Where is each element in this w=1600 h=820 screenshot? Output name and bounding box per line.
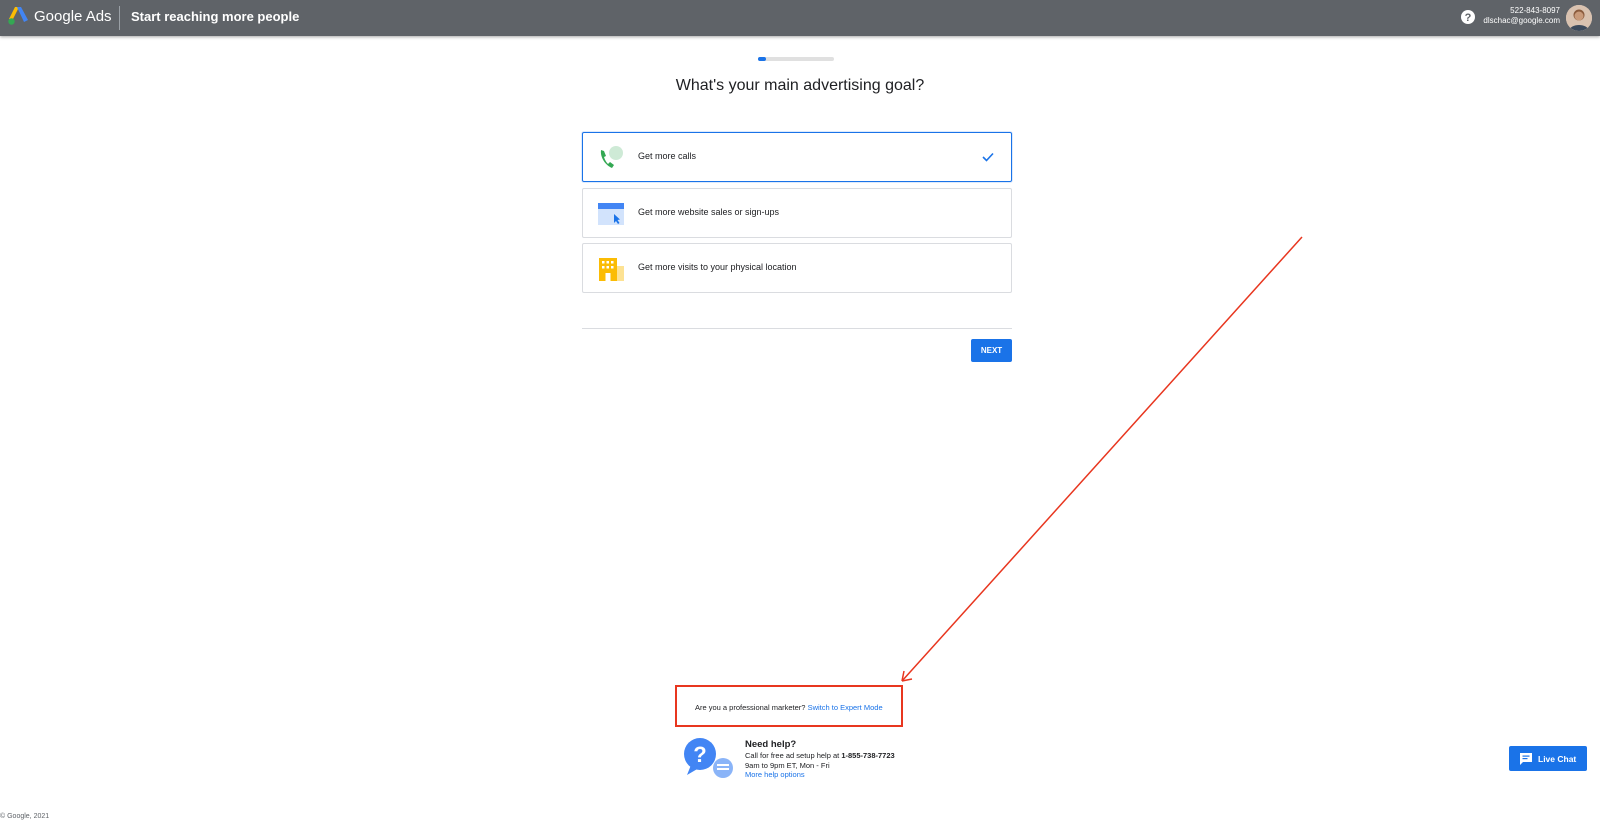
- check-icon: [982, 152, 994, 162]
- help-call-line: Call for free ad setup help at 1-855-738…: [745, 751, 895, 761]
- goal-option-label: Get more website sales or sign-ups: [638, 207, 780, 217]
- page-heading: Start reaching more people: [131, 9, 300, 24]
- next-button[interactable]: NEXT: [971, 339, 1012, 362]
- account-email: dlschac@google.com: [1483, 16, 1560, 25]
- progress-bar: [758, 57, 834, 61]
- more-help-options-link[interactable]: More help options: [745, 770, 895, 780]
- account-phone: 522-843-8097: [1510, 6, 1560, 15]
- account-info[interactable]: 522-843-8097 dlschac@google.com: [1483, 6, 1560, 26]
- header-divider: [119, 6, 120, 30]
- goal-option-label: Get more calls: [638, 151, 697, 161]
- help-hours: 9am to 9pm ET, Mon - Fri: [745, 760, 830, 770]
- expert-mode-question: Are you a professional marketer?: [695, 703, 806, 712]
- phone-call-icon: [600, 146, 623, 168]
- google-ads-logo-icon[interactable]: [8, 7, 28, 25]
- live-chat-label: Live Chat: [1538, 754, 1577, 764]
- goal-option-location[interactable]: Get more visits to your physical locatio…: [582, 243, 1012, 293]
- browser-click-icon: [598, 203, 624, 225]
- copyright: © Google, 2021: [0, 813, 50, 820]
- progress-fill: [758, 57, 766, 61]
- top-bar: Google Ads Start reaching more people ? …: [0, 0, 1600, 36]
- live-chat-button[interactable]: Live Chat: [1509, 746, 1587, 771]
- help-phone-number[interactable]: 1-855-738-7723: [841, 751, 894, 760]
- goal-option-website[interactable]: Get more website sales or sign-ups: [582, 188, 1012, 238]
- help-title: Need help?: [745, 739, 797, 750]
- chat-icon: [1520, 753, 1532, 765]
- svg-text:?: ?: [693, 742, 706, 767]
- page-title: What's your main advertising goal?: [675, 77, 925, 94]
- section-divider: [582, 328, 1012, 329]
- avatar[interactable]: [1566, 5, 1592, 31]
- storefront-icon: [599, 258, 624, 281]
- help-info: Need help? Call for free ad setup help a…: [745, 739, 895, 780]
- avatar-person-icon: [1566, 5, 1592, 31]
- help-chat-bubbles-icon: ?: [684, 738, 733, 778]
- switch-to-expert-mode-link[interactable]: Switch to Expert Mode: [808, 703, 883, 712]
- brand-name: Google Ads: [34, 8, 112, 25]
- svg-text:?: ?: [1465, 12, 1472, 24]
- goal-option-calls[interactable]: Get more calls: [582, 132, 1012, 182]
- goal-option-label: Get more visits to your physical locatio…: [638, 262, 797, 272]
- help-call-text: Call for free ad setup help at: [745, 751, 842, 760]
- help-icon[interactable]: ?: [1460, 9, 1476, 25]
- expert-mode-prompt: Are you a professional marketer? Switch …: [695, 703, 883, 712]
